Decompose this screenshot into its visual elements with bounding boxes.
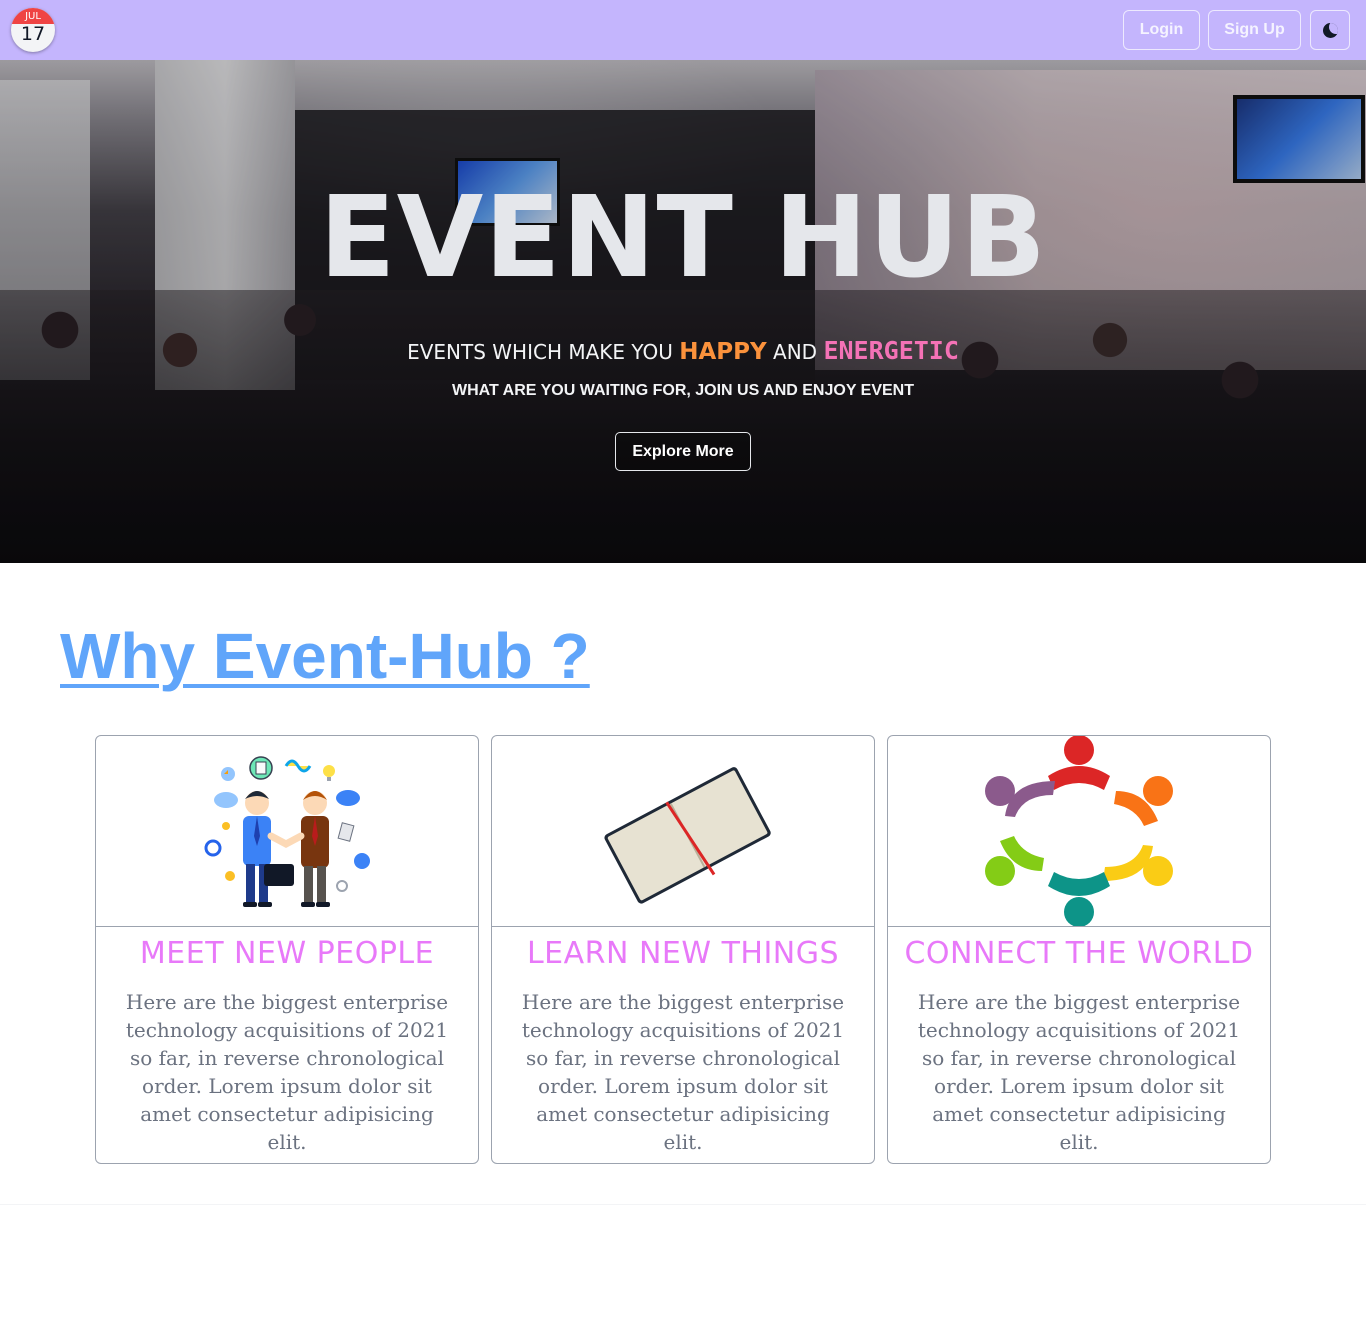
card-title: CONNECT THE WORLD: [904, 936, 1254, 971]
feature-card: MEET NEW PEOPLE Here are the biggest ent…: [95, 735, 479, 1164]
login-button[interactable]: Login: [1123, 10, 1200, 50]
notebook-illustration: [492, 736, 874, 927]
hero-subtitle-happy: HAPPY: [679, 339, 767, 365]
navbar: JUL 17 Login Sign Up: [0, 0, 1366, 60]
calendar-icon[interactable]: JUL 17: [11, 8, 55, 52]
card-title: MEET NEW PEOPLE: [139, 936, 435, 971]
why-title-link[interactable]: Why Event-Hub ?: [60, 616, 590, 696]
feature-card: CONNECT THE WORLD Here are the biggest e…: [887, 735, 1271, 1164]
hero-subtitle-energetic: ENERGETIC: [823, 336, 959, 365]
card-text: Here are the biggest enterprise technolo…: [521, 990, 845, 1154]
hero-tagline: WHAT ARE YOU WAITING FOR, JOIN US AND EN…: [452, 382, 914, 399]
signup-button[interactable]: Sign Up: [1208, 10, 1301, 50]
card-text: Here are the biggest enterprise technolo…: [917, 990, 1241, 1154]
feature-card: LEARN NEW THINGS Here are the biggest en…: [491, 735, 875, 1164]
card-title: LEARN NEW THINGS: [526, 936, 840, 971]
hero-overlay: [0, 60, 1366, 563]
handshake-illustration: [96, 736, 478, 927]
logo-day: 17: [20, 23, 46, 45]
theme-toggle-button[interactable]: [1310, 10, 1350, 50]
section-divider: [0, 1204, 1366, 1205]
logo-month: JUL: [11, 8, 55, 24]
hero-subtitle: EVENTS WHICH MAKE YOU HAPPY AND ENERGETI…: [0, 336, 1366, 365]
hero-subtitle-and: AND: [773, 340, 818, 364]
people-circle-illustration: [888, 736, 1270, 927]
hero-title: EVENT HUB: [319, 173, 1047, 303]
hero-banner: EVENT HUB EVENTS WHICH MAKE YOU HAPPY AN…: [0, 60, 1366, 563]
card-text: Here are the biggest enterprise technolo…: [125, 990, 449, 1154]
moon-icon: [1323, 23, 1338, 38]
explore-more-button[interactable]: Explore More: [615, 432, 751, 471]
hero-subtitle-pre: EVENTS WHICH MAKE YOU: [407, 340, 673, 364]
